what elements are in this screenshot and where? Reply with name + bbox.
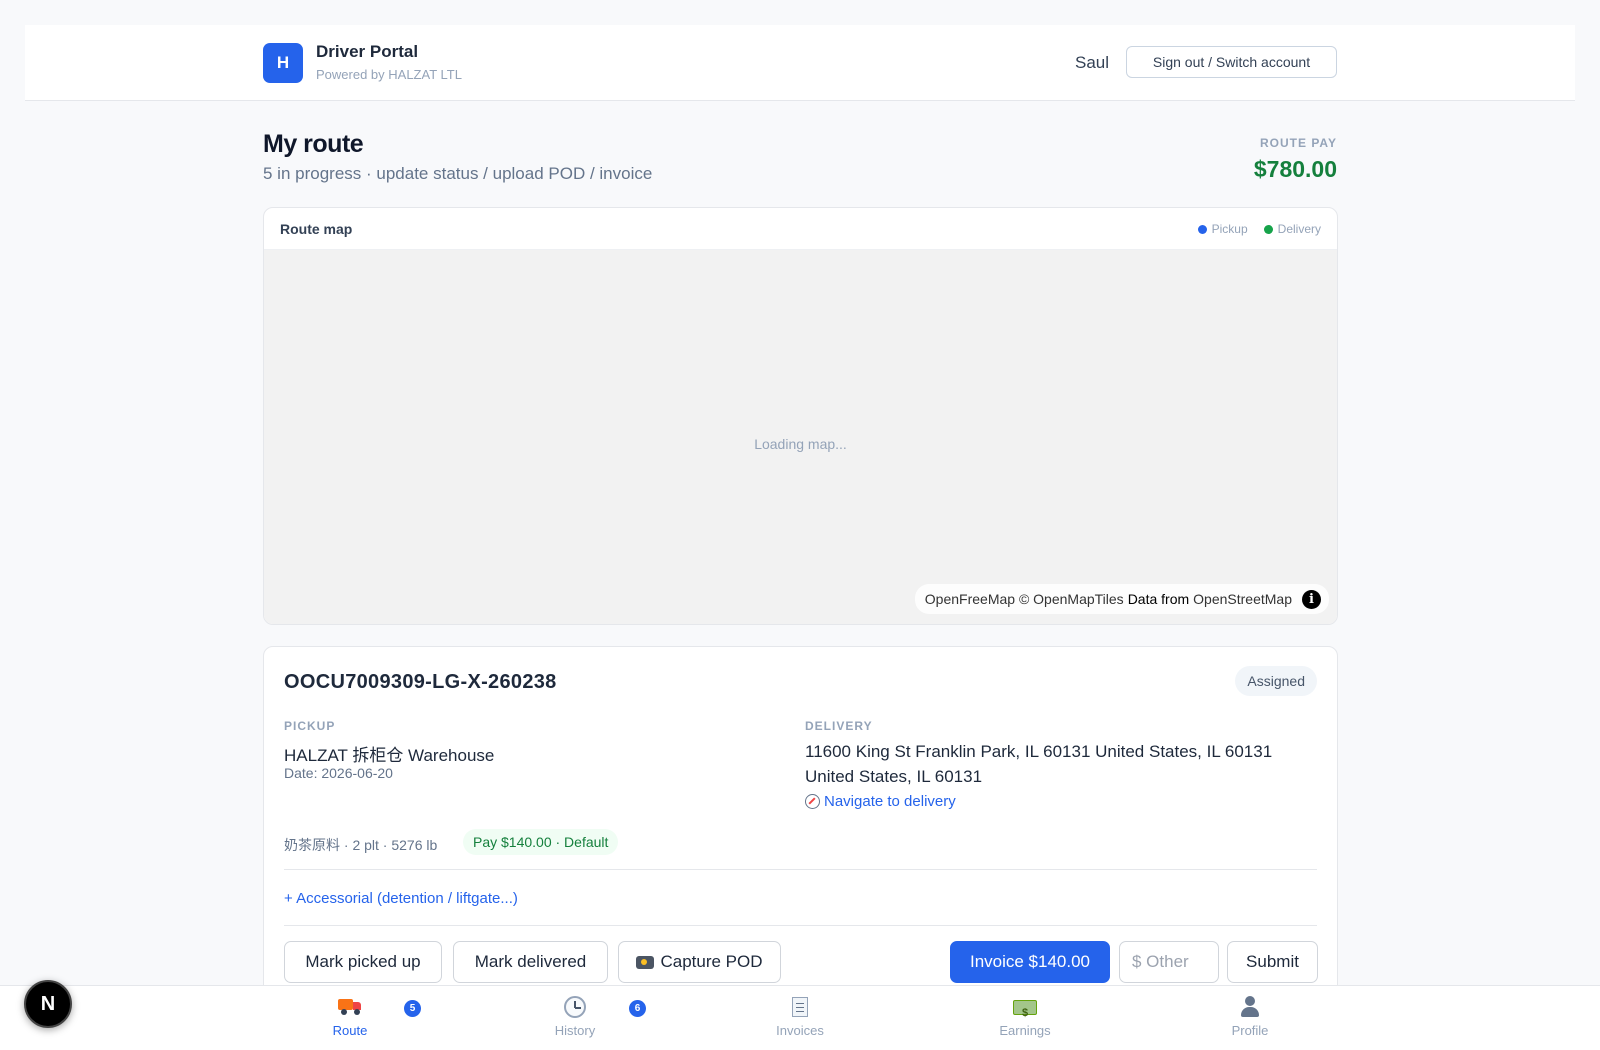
divider: [284, 869, 1317, 870]
history-count-badge: 6: [629, 1000, 646, 1017]
nav-history-label: History: [554, 1023, 596, 1038]
app-header: H Driver Portal Powered by HALZAT LTL Sa…: [25, 25, 1575, 101]
add-accessorial-link[interactable]: + Accessorial (detention / liftgate...): [284, 890, 518, 907]
map-loading-text: Loading map...: [754, 436, 847, 452]
page-subtitle: 5 in progress · update status / upload P…: [263, 164, 653, 183]
navigate-to-delivery-link[interactable]: Navigate to delivery: [805, 793, 956, 810]
delivery-dot-icon: [1263, 224, 1273, 234]
route-count-badge: 5: [404, 1000, 421, 1017]
app-subtitle: Powered by HALZAT LTL: [316, 67, 462, 82]
attribution-data-from: Data from: [1127, 591, 1190, 607]
status-badge: Assigned: [1235, 666, 1317, 696]
legend-delivery: Delivery: [1263, 222, 1321, 236]
nav-invoices-label: Invoices: [776, 1023, 824, 1038]
app-title: Driver Portal: [316, 42, 419, 61]
route-pay-value: $780.00: [1253, 156, 1337, 182]
pickup-date: Date: 2026-06-20: [284, 765, 393, 781]
camera-icon: [636, 955, 655, 969]
truck-icon: [338, 999, 362, 1015]
user-name: Saul: [1075, 53, 1110, 72]
nav-profile-label: Profile: [1231, 1023, 1269, 1038]
attribution-osm-link[interactable]: OpenStreetMap: [1193, 591, 1292, 607]
pay-badge: Pay $140.00 · Default: [463, 829, 619, 855]
page-title: My route: [263, 130, 364, 158]
other-amount-input[interactable]: [1119, 941, 1219, 983]
map-title: Route map: [280, 221, 353, 237]
delivery-label: DELIVERY: [805, 719, 873, 733]
nav-invoices[interactable]: Invoices: [740, 994, 860, 1038]
nav-earnings-icon-wrap: [965, 994, 1085, 1026]
nav-history-icon-wrap: [515, 994, 635, 1020]
route-pay-label: ROUTE PAY: [1259, 136, 1337, 150]
person-icon: [1239, 996, 1261, 1018]
map-canvas[interactable]: Loading map... OpenFreeMap © OpenMapTile…: [264, 250, 1337, 624]
nav-invoices-icon-wrap: [740, 994, 860, 1020]
brand-logo: H: [263, 43, 303, 83]
nav-history[interactable]: History 6: [515, 994, 646, 1038]
job-id: OOCU7009309-LG-X-260238: [284, 671, 557, 693]
map-attribution: OpenFreeMap © OpenMapTiles Data from Ope…: [914, 584, 1329, 614]
submit-button[interactable]: Submit: [1227, 941, 1318, 983]
divider: [284, 925, 1317, 926]
nav-route-icon-wrap: [290, 994, 410, 1020]
invoice-button[interactable]: Invoice $140.00: [950, 941, 1110, 983]
attribution-openmaptiles-link[interactable]: OpenFreeMap © OpenMapTiles: [925, 591, 1124, 607]
nav-route[interactable]: Route 5: [290, 994, 421, 1038]
legend-pickup: Pickup: [1197, 222, 1248, 236]
signout-button[interactable]: Sign out / Switch account: [1126, 46, 1337, 78]
nav-profile[interactable]: Profile: [1190, 994, 1310, 1038]
money-icon: [1013, 999, 1037, 1026]
legend-delivery-label: Delivery: [1277, 222, 1321, 236]
nav-profile-icon-wrap: [1190, 994, 1310, 1020]
map-header: Route map Pickup Delivery: [264, 208, 1337, 250]
nav-route-label: Route: [332, 1023, 368, 1038]
route-map-card: Route map Pickup Delivery Loading map...…: [263, 207, 1338, 625]
navigate-label: Navigate to delivery: [824, 793, 956, 810]
capture-pod-button[interactable]: Capture POD: [618, 941, 781, 983]
receipt-icon: [792, 997, 808, 1017]
pickup-label: PICKUP: [284, 719, 336, 733]
pickup-dot-icon: [1197, 224, 1207, 234]
compass-icon: [805, 794, 820, 809]
capture-pod-label: Capture POD: [660, 952, 763, 971]
clock-icon: [564, 996, 586, 1018]
map-legend: Pickup Delivery: [1197, 222, 1321, 236]
legend-pickup-label: Pickup: [1211, 222, 1248, 236]
nav-earnings[interactable]: Earnings: [965, 994, 1085, 1038]
dev-tools-badge[interactable]: N: [24, 980, 72, 1028]
mark-delivered-button[interactable]: Mark delivered: [453, 941, 608, 983]
pickup-name: HALZAT 拆柜仓 Warehouse: [284, 746, 495, 765]
info-icon[interactable]: i: [1302, 589, 1321, 609]
delivery-address: 11600 King St Franklin Park, IL 60131 Un…: [805, 742, 1273, 786]
cargo-info: 奶茶原料 · 2 plt · 5276 lb: [284, 837, 438, 853]
mark-picked-up-button[interactable]: Mark picked up: [284, 941, 442, 983]
bottom-nav: Route 5 History 6 Invoices Earnings Prof…: [0, 985, 1600, 1050]
